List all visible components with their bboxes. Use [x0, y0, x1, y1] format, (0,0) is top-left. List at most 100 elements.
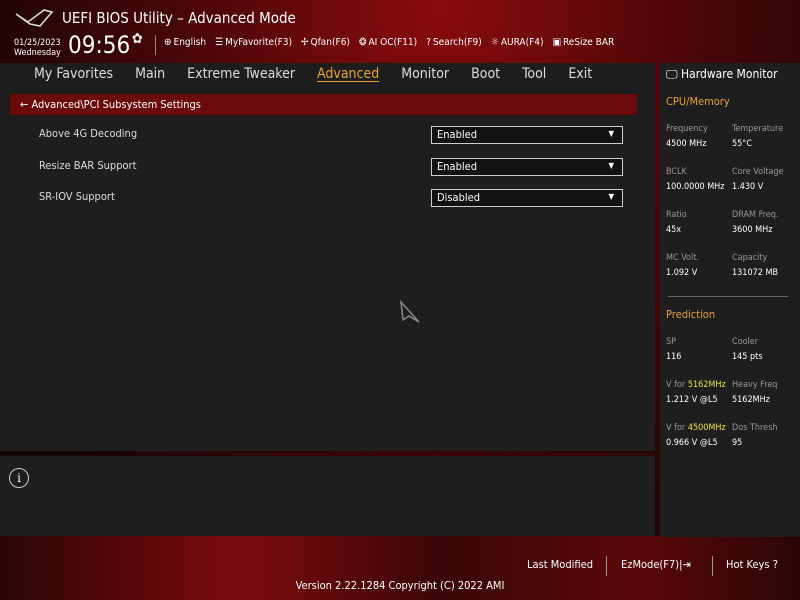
hw-metric: Dos Thresh 95	[732, 421, 778, 451]
dropdown-value: Enabled	[437, 159, 477, 173]
metric-value: 1.430 V	[732, 182, 764, 192]
toolbar-label: MyFavorite(F3)	[225, 37, 292, 48]
toolbar-button-4[interactable]: ? Search(F9)	[426, 37, 482, 48]
metric-label: V for 5162MHz	[666, 378, 726, 393]
setting-label: Above 4G Decoding	[39, 127, 138, 140]
dropdown-value: Disabled	[437, 191, 481, 204]
gear-icon[interactable]: ✿	[132, 31, 143, 47]
hw-metric: Temperature 55°C	[732, 122, 783, 152]
divider	[668, 296, 788, 297]
metric-label-text: Temperature	[732, 124, 784, 134]
metric-label-text: Core Voltage	[732, 167, 784, 177]
breadcrumb-text: Advanced\PCI Subsystem Settings	[31, 98, 201, 111]
help-panel	[0, 456, 655, 536]
metric-label: BCLK	[666, 165, 725, 180]
metric-label: Cooler	[732, 335, 763, 350]
hw-metric: DRAM Freq. 3600 MHz	[732, 208, 778, 238]
metric-value: 95	[732, 438, 743, 448]
metric-label-text: Ratio	[666, 210, 687, 220]
hw-metric: MC Volt. 1.092 V	[666, 251, 699, 281]
info-icon: i	[9, 468, 29, 488]
tab-extreme-tweaker[interactable]: Extreme Tweaker	[187, 66, 295, 82]
tab-main[interactable]: Main	[135, 66, 165, 82]
toolbar-button-1[interactable]: ☰ MyFavorite(F3)	[215, 37, 292, 48]
tab-tool[interactable]: Tool	[522, 66, 546, 82]
metric-label: Core Voltage	[732, 165, 784, 180]
hw-metric: Cooler 145 pts	[732, 335, 763, 365]
tab-monitor[interactable]: Monitor	[401, 66, 449, 82]
metric-label: Heavy Freq	[732, 378, 777, 393]
date-text: 01/25/2023	[14, 38, 61, 48]
app-title: UEFI BIOS Utility – Advanced Mode	[62, 9, 296, 27]
metric-label: Frequency	[666, 122, 708, 137]
fan-icon: ✢	[301, 37, 309, 48]
toolbar-button-5[interactable]: ☼ AURA(F4)	[491, 37, 544, 48]
last-modified-button[interactable]: Last Modified	[527, 558, 593, 571]
setting-label: Resize BAR Support	[39, 158, 137, 172]
favorite-list-icon: ☰	[215, 37, 224, 48]
metric-label: Dos Thresh	[732, 421, 778, 436]
tab-advanced[interactable]: Advanced	[317, 66, 379, 82]
divider	[606, 556, 607, 576]
metric-value: 45x	[666, 225, 682, 235]
metric-label-text: Heavy Freq	[732, 380, 778, 390]
hw-metric: BCLK 100.0000 MHz	[666, 165, 725, 195]
metric-label: MC Volt.	[666, 251, 699, 266]
version-text: Version 2.22.1284 Copyright (C) 2022 AMI	[295, 579, 505, 592]
resize-bar-icon: ▣	[552, 37, 561, 48]
hw-metric: Heavy Freq 5162MHz	[732, 378, 777, 408]
rog-logo-icon	[15, 9, 54, 27]
metric-label-text: V for	[666, 380, 688, 390]
metric-value: 145 pts	[732, 352, 763, 362]
setting-dropdown[interactable]: Disabled ▼	[431, 189, 623, 207]
toolbar-button-0[interactable]: ⊕ English	[164, 37, 206, 48]
aura-icon: ☼	[490, 37, 499, 48]
chevron-down-icon: ▼	[608, 192, 614, 201]
metric-value: 0.966 V @L5	[666, 438, 718, 448]
metric-highlight: 5162MHz	[687, 380, 726, 390]
search-icon: ?	[426, 37, 431, 48]
hw-metric: Core Voltage 1.430 V	[732, 165, 784, 195]
metric-value: 116	[666, 352, 682, 362]
ezmode-button[interactable]: EzMode(F7)|⇥	[621, 558, 691, 571]
metric-value: 100.0000 MHz	[666, 182, 725, 192]
metric-label: SP	[666, 335, 681, 350]
metric-label-text: Frequency	[666, 124, 708, 134]
clock: 09:56	[68, 31, 131, 59]
tab-exit[interactable]: Exit	[568, 66, 592, 82]
metric-label: Temperature	[732, 122, 783, 137]
dropdown-value: Enabled	[437, 128, 477, 141]
metric-label-text: Cooler	[732, 337, 759, 347]
hw-metric: Capacity 131072 MB	[732, 251, 778, 281]
metric-label-text: BCLK	[666, 167, 687, 177]
toolbar-label: Qfan(F6)	[310, 37, 350, 48]
toolbar-button-3[interactable]: ❂ AI OC(F11)	[359, 37, 417, 48]
toolbar-label: ReSize BAR	[563, 37, 615, 48]
metric-label-text: MC Volt.	[666, 253, 699, 263]
breadcrumb[interactable]: ← Advanced\PCI Subsystem Settings	[10, 94, 637, 115]
toolbar-button-6[interactable]: ▣ ReSize BAR	[552, 37, 614, 48]
setting-dropdown[interactable]: Enabled ▼	[431, 126, 623, 144]
prediction-heading: Prediction	[666, 308, 716, 321]
hw-metric: V for 4500MHz 0.966 V @L5	[666, 421, 726, 451]
toolbar-label: AI OC(F11)	[368, 37, 418, 48]
back-arrow-icon[interactable]: ←	[20, 98, 28, 111]
toolbar-label: English	[173, 37, 207, 48]
metric-label-text: Dos Thresh	[732, 423, 778, 433]
cpu-memory-heading: CPU/Memory	[666, 95, 730, 108]
hot-keys-button[interactable]: Hot Keys ?	[726, 558, 778, 571]
metric-label: V for 4500MHz	[666, 421, 726, 436]
metric-label: Ratio	[666, 208, 687, 223]
hw-title-text: Hardware Monitor	[681, 67, 778, 81]
hw-metric: SP 116	[666, 335, 681, 365]
metric-value: 4500 MHz	[666, 139, 707, 149]
tab-boot[interactable]: Boot	[471, 66, 500, 82]
ai-chip-icon: ❂	[358, 37, 367, 48]
hw-metric: V for 5162MHz 1.212 V @L5	[666, 378, 726, 408]
tab-my-favorites[interactable]: My Favorites	[34, 66, 113, 82]
hw-metric: Frequency 4500 MHz	[666, 122, 708, 152]
toolbar-button-2[interactable]: ✢ Qfan(F6)	[301, 37, 350, 48]
setting-dropdown[interactable]: Enabled ▼	[431, 157, 623, 176]
metric-value: 5162MHz	[732, 395, 770, 405]
day-text: Wednesday	[14, 48, 61, 58]
